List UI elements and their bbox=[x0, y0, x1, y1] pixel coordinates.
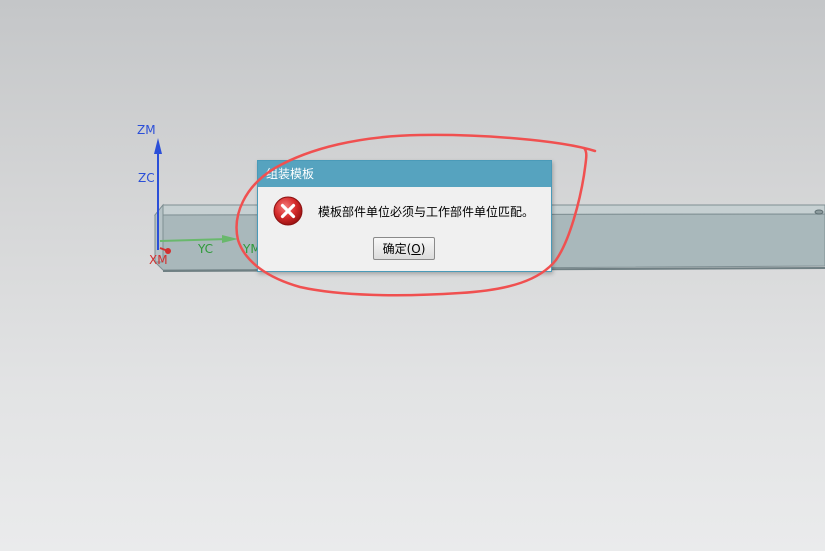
ok-button[interactable]: 确定(O) bbox=[373, 237, 435, 260]
dialog-body: 模板部件单位必须与工作部件单位匹配。 确定(O) bbox=[258, 187, 551, 271]
ok-button-mnemonic: O bbox=[411, 242, 421, 256]
ok-button-label: 确定( bbox=[382, 242, 412, 256]
dialog-title: 组装模板 bbox=[266, 167, 315, 181]
error-icon bbox=[273, 196, 303, 226]
beam-hole bbox=[814, 209, 824, 215]
error-dialog[interactable]: 组装模板 模板部件单位必须与工作部件单位匹配。 确定(O) bbox=[257, 160, 552, 272]
cad-viewport[interactable]: ZM ZC YC YM XM bbox=[0, 0, 825, 551]
axis-label-zm: ZM bbox=[137, 123, 156, 137]
axis-label-zc: ZC bbox=[138, 171, 155, 185]
cad-scene bbox=[153, 138, 825, 272]
z-axis-arrowhead bbox=[154, 138, 162, 154]
axis-label-yc: YC bbox=[198, 242, 214, 256]
dialog-message: 模板部件单位必须与工作部件单位匹配。 bbox=[318, 205, 535, 219]
ok-button-suffix: ) bbox=[420, 242, 426, 256]
axis-label-xm: XM bbox=[149, 253, 168, 267]
dialog-titlebar[interactable]: 组装模板 bbox=[258, 161, 551, 187]
